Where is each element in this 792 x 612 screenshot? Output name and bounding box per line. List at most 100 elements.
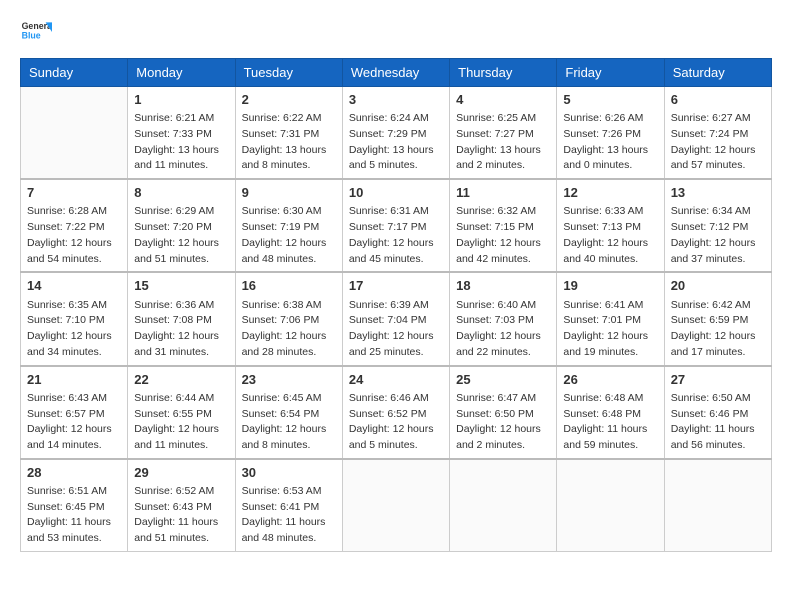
- day-number: 12: [563, 184, 657, 202]
- sunrise-text: Sunrise: 6:48 AM: [563, 392, 643, 404]
- daylight-text: Daylight: 12 hours and 42 minutes.: [456, 237, 541, 265]
- calendar-cell: 20Sunrise: 6:42 AMSunset: 6:59 PMDayligh…: [664, 272, 771, 365]
- day-number: 28: [27, 464, 121, 482]
- day-number: 30: [242, 464, 336, 482]
- daylight-text: Daylight: 11 hours and 51 minutes.: [134, 516, 218, 544]
- day-info: Sunrise: 6:26 AMSunset: 7:26 PMDaylight:…: [563, 111, 657, 174]
- logo: General Blue: [20, 16, 52, 48]
- sunrise-text: Sunrise: 6:36 AM: [134, 299, 214, 311]
- sunset-text: Sunset: 7:20 PM: [134, 221, 212, 233]
- day-number: 24: [349, 371, 443, 389]
- daylight-text: Daylight: 12 hours and 51 minutes.: [134, 237, 219, 265]
- col-header-friday: Friday: [557, 59, 664, 87]
- daylight-text: Daylight: 12 hours and 54 minutes.: [27, 237, 112, 265]
- calendar-cell: [342, 459, 449, 552]
- calendar-cell: 13Sunrise: 6:34 AMSunset: 7:12 PMDayligh…: [664, 179, 771, 272]
- col-header-sunday: Sunday: [21, 59, 128, 87]
- col-header-thursday: Thursday: [450, 59, 557, 87]
- calendar-cell: 1Sunrise: 6:21 AMSunset: 7:33 PMDaylight…: [128, 87, 235, 180]
- calendar-header-row: SundayMondayTuesdayWednesdayThursdayFrid…: [21, 59, 772, 87]
- sunrise-text: Sunrise: 6:46 AM: [349, 392, 429, 404]
- daylight-text: Daylight: 12 hours and 19 minutes.: [563, 330, 648, 358]
- daylight-text: Daylight: 12 hours and 5 minutes.: [349, 423, 434, 451]
- day-info: Sunrise: 6:41 AMSunset: 7:01 PMDaylight:…: [563, 298, 657, 361]
- calendar-cell: 21 Sunrise: 6:43 AMSunset: 6:57 PMDayligh…: [21, 366, 128, 459]
- day-number: 7: [27, 184, 121, 202]
- day-info: Sunrise: 6:24 AM Sunset: 7:29 PM Daylight:…: [349, 111, 443, 174]
- sunset-text: Sunset: 7:03 PM: [456, 314, 534, 326]
- sunrise-text: Sunrise: 6:24 AM: [349, 112, 429, 124]
- daylight-text: Daylight: 12 hours and 2 minutes.: [456, 423, 541, 451]
- daylight-text: Daylight: 13 hours and 11 minutes.: [134, 144, 219, 172]
- sunrise-text: Sunrise: 6:33 AM: [563, 205, 643, 217]
- day-number: 21: [27, 371, 121, 389]
- calendar-cell: [557, 459, 664, 552]
- calendar-cell: 3Sunrise: 6:24 AMSunset: 7:29 PMDaylight…: [342, 87, 449, 180]
- calendar-cell: 11Sunrise: 6:32 AMSunset: 7:15 PMDayligh…: [450, 179, 557, 272]
- day-number: 26: [563, 371, 657, 389]
- daylight-text: Daylight: 12 hours and 48 minutes.: [242, 237, 327, 265]
- day-number: 19: [563, 277, 657, 295]
- calendar-cell: 7 Sunrise: 6:28 AMSunset: 7:22 PMDaylight…: [21, 179, 128, 272]
- day-info: Sunrise: 6:35 AMSunset: 7:10 PMDaylight:…: [27, 298, 121, 361]
- day-info: Sunrise: 6:47 AMSunset: 6:50 PMDaylight:…: [456, 391, 550, 454]
- calendar-cell: 9Sunrise: 6:30 AMSunset: 7:19 PMDaylight…: [235, 179, 342, 272]
- daylight-text: Daylight: 13 hours and 8 minutes.: [242, 144, 327, 172]
- day-info: Sunrise: 6:34 AMSunset: 7:12 PMDaylight:…: [671, 204, 765, 267]
- day-number: 11: [456, 184, 550, 202]
- sunset-text: Sunset: 6:59 PM: [671, 314, 749, 326]
- calendar-table: SundayMondayTuesdayWednesdayThursdayFrid…: [20, 58, 772, 552]
- sunset-text: Sunset: 7:04 PM: [349, 314, 427, 326]
- sunset-text: Sunset: 6:54 PM: [242, 408, 320, 420]
- calendar-cell: 15Sunrise: 6:36 AMSunset: 7:08 PMDayligh…: [128, 272, 235, 365]
- sunset-text: Sunset: 7:17 PM: [349, 221, 427, 233]
- sunrise-text: Sunrise: 6:39 AM: [349, 299, 429, 311]
- calendar-cell: 25Sunrise: 6:47 AMSunset: 6:50 PMDayligh…: [450, 366, 557, 459]
- sunrise-text: Sunrise: 6:34 AM: [671, 205, 751, 217]
- daylight-text: Daylight: 11 hours and 56 minutes.: [671, 423, 755, 451]
- calendar-cell: 18Sunrise: 6:40 AMSunset: 7:03 PMDayligh…: [450, 272, 557, 365]
- col-header-tuesday: Tuesday: [235, 59, 342, 87]
- sunset-text: Sunset: 7:33 PM: [134, 128, 212, 140]
- calendar-cell: 28 Sunrise: 6:51 AMSunset: 6:45 PMDayligh…: [21, 459, 128, 552]
- daylight-text: Daylight: 12 hours and 40 minutes.: [563, 237, 648, 265]
- day-number: 10: [349, 184, 443, 202]
- day-number: 20: [671, 277, 765, 295]
- daylight-text: Daylight: 13 hours and 5 minutes.: [349, 144, 434, 172]
- day-info: Sunrise: 6:45 AMSunset: 6:54 PMDaylight:…: [242, 391, 336, 454]
- day-info: Sunrise: 6:51 AMSunset: 6:45 PMDaylight:…: [27, 484, 121, 547]
- col-header-wednesday: Wednesday: [342, 59, 449, 87]
- day-info: Sunrise: 6:21 AMSunset: 7:33 PMDaylight:…: [134, 111, 228, 174]
- day-number: 13: [671, 184, 765, 202]
- calendar-week-row: 14Sunrise: 6:35 AMSunset: 7:10 PMDayligh…: [21, 272, 772, 365]
- day-number: 15: [134, 277, 228, 295]
- day-info: Sunrise: 6:43 AMSunset: 6:57 PMDaylight:…: [27, 391, 121, 454]
- daylight-text: Daylight: 12 hours and 22 minutes.: [456, 330, 541, 358]
- sunset-text: Sunset: 7:12 PM: [671, 221, 749, 233]
- calendar-cell: 24Sunrise: 6:46 AMSunset: 6:52 PMDayligh…: [342, 366, 449, 459]
- calendar-cell: 22Sunrise: 6:44 AMSunset: 6:55 PMDayligh…: [128, 366, 235, 459]
- day-info: Sunrise: 6:53 AMSunset: 6:41 PMDaylight:…: [242, 484, 336, 547]
- calendar-cell: 30 Sunrise: 6:53 AMSunset: 6:41 PMDayligh…: [235, 459, 342, 552]
- calendar-cell: 14Sunrise: 6:35 AMSunset: 7:10 PMDayligh…: [21, 272, 128, 365]
- day-info: Sunrise: 6:38 AMSunset: 7:06 PMDaylight:…: [242, 298, 336, 361]
- sunrise-text: Sunrise: 6:40 AM: [456, 299, 536, 311]
- day-info: Sunrise: 6:30 AMSunset: 7:19 PMDaylight:…: [242, 204, 336, 267]
- calendar-cell: [664, 459, 771, 552]
- sunset-text: Sunset: 7:13 PM: [563, 221, 641, 233]
- day-info: Sunrise: 6:29 AMSunset: 7:20 PMDaylight:…: [134, 204, 228, 267]
- day-info: Sunrise: 6:28 AMSunset: 7:22 PMDaylight:…: [27, 204, 121, 267]
- calendar-cell: 27Sunrise: 6:50 AMSunset: 6:46 PMDayligh…: [664, 366, 771, 459]
- day-number: 17: [349, 277, 443, 295]
- sunset-text: Sunset: 7:22 PM: [27, 221, 105, 233]
- day-info: Sunrise: 6:44 AMSunset: 6:55 PMDaylight:…: [134, 391, 228, 454]
- day-number: 29: [134, 464, 228, 482]
- daylight-text: Daylight: 12 hours and 45 minutes.: [349, 237, 434, 265]
- calendar-cell: 12 Sunrise: 6:33 AM Sunset: 7:13 PM Dayligh…: [557, 179, 664, 272]
- day-number: 2: [242, 91, 336, 109]
- day-info: Sunrise: 6:50 AMSunset: 6:46 PMDaylight:…: [671, 391, 765, 454]
- sunset-text: Sunset: 7:29 PM: [349, 128, 427, 140]
- day-number: 8: [134, 184, 228, 202]
- calendar-cell: 8 Sunrise: 6:29 AMSunset: 7:20 PMDaylight…: [128, 179, 235, 272]
- calendar-week-row: 28 Sunrise: 6:51 AMSunset: 6:45 PMDayligh…: [21, 459, 772, 552]
